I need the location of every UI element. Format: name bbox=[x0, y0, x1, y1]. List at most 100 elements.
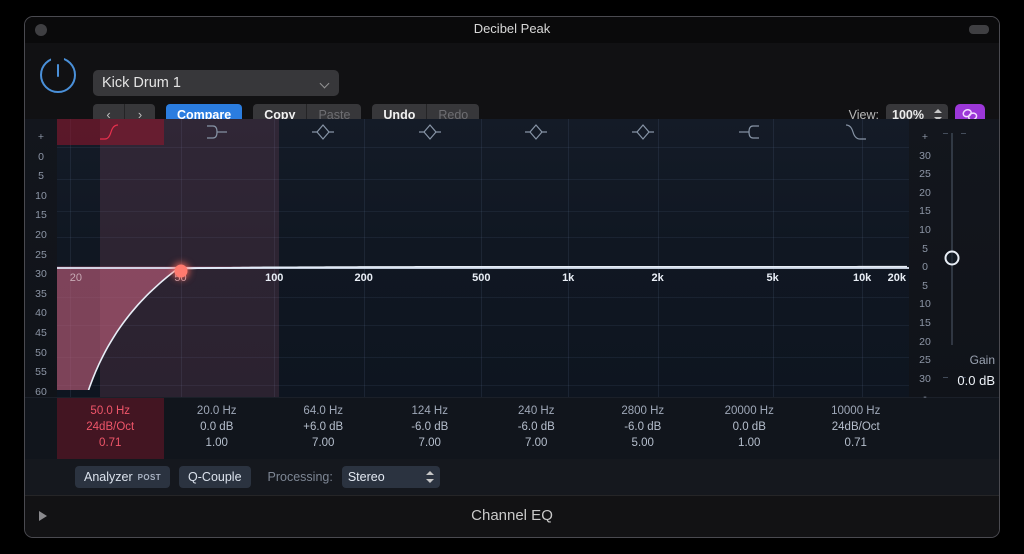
band-type-button-7[interactable] bbox=[696, 119, 803, 145]
band-gain-value[interactable]: +6.0 dB bbox=[270, 419, 377, 435]
analyzer-scale-tick: 5 bbox=[38, 170, 44, 183]
analyzer-scale-tick: 30 bbox=[35, 268, 47, 281]
gain-scale-tick: 25 bbox=[919, 354, 931, 367]
title-bar: Decibel Peak bbox=[25, 17, 999, 43]
analyzer-scale-tick: 25 bbox=[35, 248, 47, 261]
gain-scale-tick: 15 bbox=[919, 205, 931, 218]
gain-scale-tick: + bbox=[921, 131, 929, 143]
up-down-stepper-icon[interactable] bbox=[425, 470, 434, 484]
band-q-value[interactable]: 0.71 bbox=[57, 435, 164, 451]
highpass-filter-icon bbox=[98, 122, 122, 142]
band-parameters-6[interactable]: 2800 Hz -6.0 dB 5.00 bbox=[590, 398, 697, 459]
window-title: Decibel Peak bbox=[473, 21, 551, 36]
band-type-button-3[interactable] bbox=[270, 119, 377, 145]
band-type-button-8[interactable] bbox=[803, 119, 910, 145]
gain-scale-tick: 0 bbox=[922, 261, 928, 274]
eq-curve-line bbox=[57, 267, 907, 391]
band-gain-value[interactable]: -6.0 dB bbox=[483, 419, 590, 435]
eq-graph[interactable]: 20 50 100 200 500 1k 2k 5k 10k 20k bbox=[57, 119, 909, 397]
band-type-button-6[interactable] bbox=[590, 119, 697, 145]
processing-value: Stereo bbox=[347, 470, 385, 484]
band-handle-1[interactable] bbox=[174, 264, 188, 278]
gain-scale-tick: 20 bbox=[919, 186, 931, 199]
analyzer-scale-tick: 45 bbox=[35, 327, 47, 339]
gain-scale-tick: 5 bbox=[922, 279, 928, 292]
band-parameters-3[interactable]: 64.0 Hz +6.0 dB 7.00 bbox=[270, 398, 377, 459]
analyzer-scale-tick: 40 bbox=[35, 307, 47, 320]
band-parameters-5[interactable]: 240 Hz -6.0 dB 7.00 bbox=[483, 398, 590, 459]
analyzer-scale-tick: 20 bbox=[35, 229, 47, 241]
analyzer-scale-left: +0 5 10 15 20 25 30 35 40 45 50 55 60 bbox=[25, 119, 57, 398]
chevron-down-icon bbox=[321, 79, 330, 88]
gain-scale-tick: 30 bbox=[919, 372, 931, 385]
band-gain-value[interactable]: -6.0 dB bbox=[377, 419, 484, 435]
analyzer-scale-tick: 0 bbox=[38, 150, 44, 163]
analyzer-scale-tick: 15 bbox=[35, 209, 47, 222]
band-frequency-value[interactable]: 64.0 Hz bbox=[270, 403, 377, 419]
gain-scale-right: Gain 0.0 dB +30 25 20 15 10 5 0 5 10 15 20 25 30- bbox=[909, 119, 999, 403]
band-frequency-value[interactable]: 20000 Hz bbox=[696, 403, 803, 419]
band-q-value[interactable]: 7.00 bbox=[270, 435, 377, 451]
resize-handle-icon[interactable] bbox=[969, 25, 989, 34]
band-type-button-2[interactable] bbox=[164, 119, 271, 145]
band-type-button-1[interactable] bbox=[57, 119, 164, 145]
band-gain-value[interactable]: 0.0 dB bbox=[696, 419, 803, 435]
band-q-value[interactable]: 5.00 bbox=[590, 435, 697, 451]
processing-label: Processing: bbox=[267, 470, 333, 484]
analyzer-mode-badge: POST bbox=[137, 472, 162, 482]
band-gain-value[interactable]: -6.0 dB bbox=[590, 419, 697, 435]
analyzer-label: Analyzer bbox=[84, 470, 133, 484]
frequency-axis-label: 20k bbox=[887, 272, 906, 284]
band-gain-value[interactable]: 24dB/Oct bbox=[57, 419, 164, 435]
band-type-button-5[interactable] bbox=[483, 119, 590, 145]
band-type-button-4[interactable] bbox=[377, 119, 484, 145]
analyzer-scale-tick: 60 bbox=[35, 385, 47, 398]
frequency-axis-label: 500 bbox=[472, 272, 491, 284]
plugin-header: Kick Drum 1 ‹ › Compare Copy Paste Undo … bbox=[25, 43, 999, 126]
band-frequency-value[interactable]: 240 Hz bbox=[483, 403, 590, 419]
band-type-button-bar bbox=[57, 119, 909, 145]
band-frequency-value[interactable]: 20.0 Hz bbox=[164, 403, 271, 419]
highshelf-filter-icon bbox=[737, 122, 761, 142]
power-icon[interactable] bbox=[40, 57, 76, 93]
band-frequency-value[interactable]: 10000 Hz bbox=[803, 403, 910, 419]
band-parameters-2[interactable]: 20.0 Hz 0.0 dB 1.00 bbox=[164, 398, 271, 459]
band-q-value[interactable]: 0.71 bbox=[803, 435, 910, 451]
band-frequency-value[interactable]: 2800 Hz bbox=[590, 403, 697, 419]
band-parameters-7[interactable]: 20000 Hz 0.0 dB 1.00 bbox=[696, 398, 803, 459]
eq-curve-fill bbox=[57, 266, 909, 391]
gain-scale-tick: 25 bbox=[919, 168, 931, 181]
eq-display: +0 5 10 15 20 25 30 35 40 45 50 55 60 20 50 100 200 500 1… bbox=[25, 119, 999, 403]
gain-slider-track[interactable] bbox=[951, 133, 953, 345]
frequency-axis-label: 200 bbox=[354, 272, 373, 284]
q-couple-button[interactable]: Q-Couple bbox=[179, 466, 251, 488]
band-q-value[interactable]: 7.00 bbox=[377, 435, 484, 451]
gain-knob-icon[interactable] bbox=[944, 250, 960, 266]
band-parameter-cells: 50.0 Hz 24dB/Oct 0.71 20.0 Hz 0.0 dB 1.00 64.0… bbox=[57, 398, 909, 459]
frequency-axis-label: 10k bbox=[852, 272, 872, 284]
band-q-value[interactable]: 1.00 bbox=[696, 435, 803, 451]
band-frequency-value[interactable]: 124 Hz bbox=[377, 403, 484, 419]
band-q-value[interactable]: 7.00 bbox=[483, 435, 590, 451]
lowpass-filter-icon bbox=[844, 122, 868, 142]
band-parameters-8[interactable]: 10000 Hz 24dB/Oct 0.71 bbox=[803, 398, 910, 459]
band-parameters-1[interactable]: 50.0 Hz 24dB/Oct 0.71 bbox=[57, 398, 164, 459]
q-couple-label: Q-Couple bbox=[188, 470, 242, 484]
band-q-value[interactable]: 1.00 bbox=[164, 435, 271, 451]
band-gain-value[interactable]: 24dB/Oct bbox=[803, 419, 910, 435]
gain-scale-tick: 10 bbox=[919, 224, 931, 236]
frequency-axis-label: 1k bbox=[562, 272, 575, 284]
band-gain-value[interactable]: 0.0 dB bbox=[164, 419, 271, 435]
analyzer-scale-tick: 35 bbox=[35, 287, 47, 300]
band-frequency-value[interactable]: 50.0 Hz bbox=[57, 403, 164, 419]
processing-dropdown[interactable]: Stereo bbox=[341, 466, 440, 488]
analyzer-scale-tick: 50 bbox=[35, 346, 47, 359]
analyzer-button[interactable]: Analyzer POST bbox=[75, 466, 171, 488]
band-parameter-row: 50.0 Hz 24dB/Oct 0.71 20.0 Hz 0.0 dB 1.00 64.0… bbox=[25, 397, 999, 459]
gain-tick-mark bbox=[961, 377, 966, 378]
band-parameters-4[interactable]: 124 Hz -6.0 dB 7.00 bbox=[377, 398, 484, 459]
param-left-spacer bbox=[25, 398, 57, 459]
gain-tick-mark bbox=[961, 133, 966, 134]
param-right-spacer bbox=[909, 398, 999, 459]
preset-dropdown[interactable]: Kick Drum 1 bbox=[93, 70, 339, 96]
